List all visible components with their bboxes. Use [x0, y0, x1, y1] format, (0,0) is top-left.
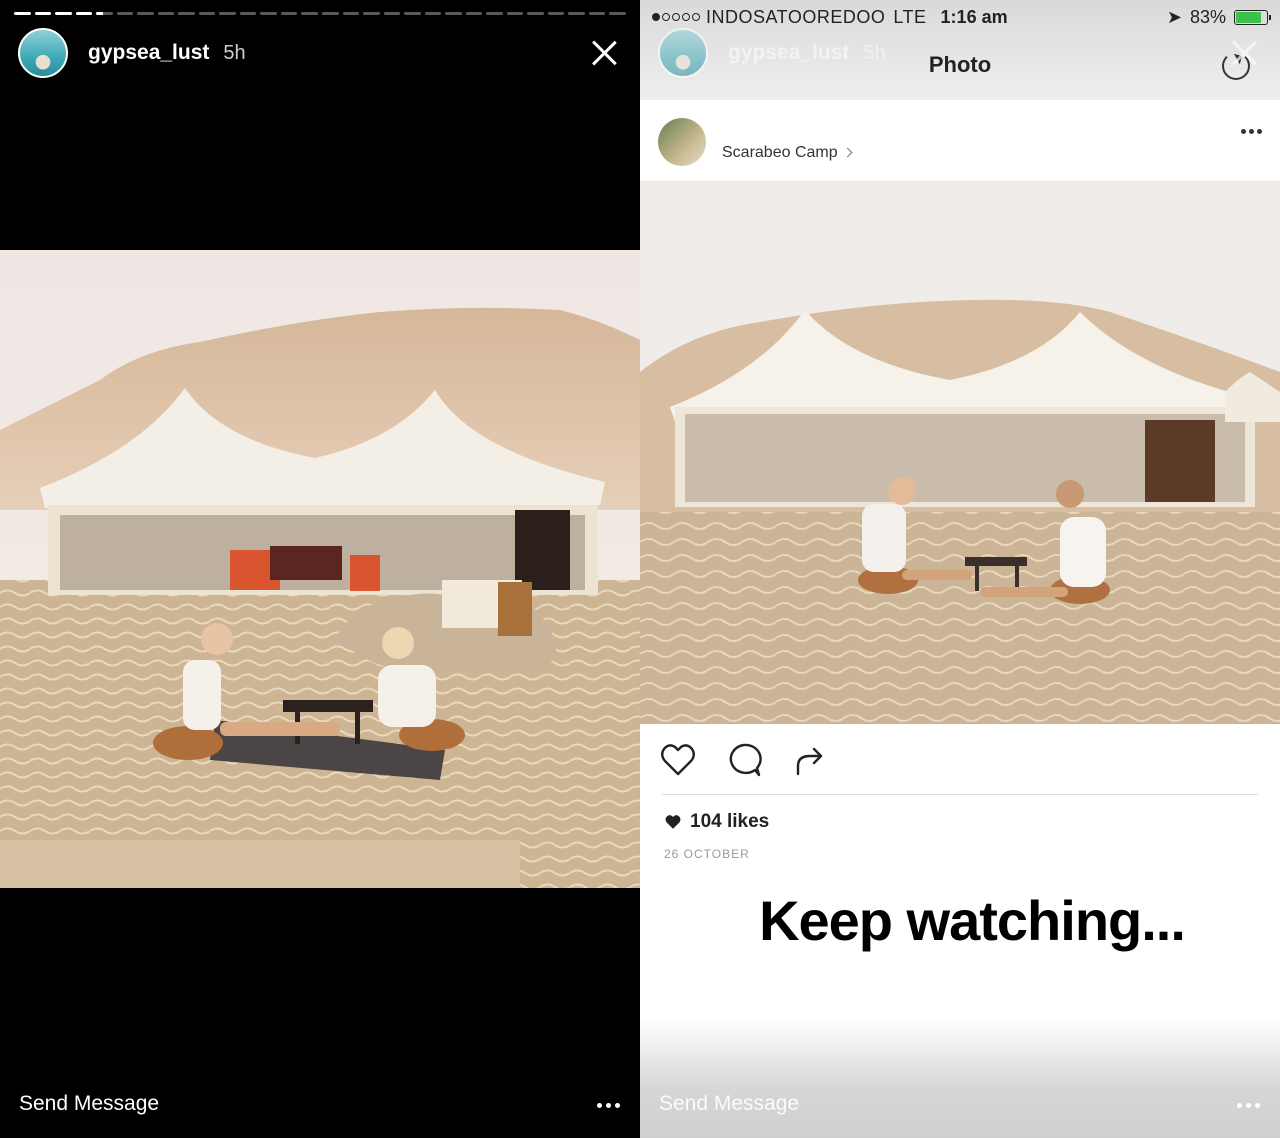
avatar[interactable]	[18, 28, 68, 78]
progress-segment	[75, 12, 93, 15]
send-message-input[interactable]: Send Message	[19, 1092, 159, 1116]
progress-segment	[506, 12, 524, 15]
chevron-right-icon	[842, 147, 853, 158]
progress-segment	[321, 12, 339, 15]
progress-segment	[280, 12, 298, 15]
progress-segment	[486, 12, 503, 15]
story-time: 5h	[223, 41, 246, 64]
progress-segment	[547, 12, 565, 15]
close-icon[interactable]	[590, 39, 618, 67]
close-icon[interactable]	[1230, 39, 1258, 67]
progress-segment	[363, 12, 380, 15]
progress-segment	[34, 12, 52, 15]
more-options-icon[interactable]	[597, 1103, 620, 1108]
post-more-icon[interactable]	[1241, 128, 1262, 134]
bottom-gradient	[640, 1018, 1280, 1138]
share-icon[interactable]	[790, 740, 830, 780]
progress-segment	[198, 12, 216, 15]
send-message-input[interactable]: Send Message	[659, 1092, 799, 1116]
carrier-name: INDOSATOOREDOO	[706, 6, 886, 27]
ios-status-bar: INDOSATOOREDOO LTE 1:16 am ➤ 83%	[640, 0, 1280, 34]
more-options-icon[interactable]	[1237, 1103, 1260, 1108]
story-header-overlay: gypsea_lust 5h	[658, 28, 886, 78]
heart-icon[interactable]	[658, 740, 698, 780]
progress-segment	[260, 12, 277, 15]
story-username[interactable]: gypsea_lust	[88, 41, 209, 65]
post-photo[interactable]	[640, 182, 1280, 724]
status-time: 1:16 am	[940, 6, 1008, 27]
likes-count[interactable]: 104 likes	[664, 811, 769, 833]
comment-icon[interactable]	[724, 740, 764, 780]
location-arrow-icon: ➤	[1166, 6, 1182, 27]
heart-filled-icon	[665, 815, 681, 829]
progress-segment	[568, 12, 585, 15]
post-actions	[658, 740, 830, 780]
progress-segment	[14, 12, 31, 15]
story-time: 5h	[863, 41, 886, 64]
progress-segment	[96, 12, 113, 15]
battery-percent: 83%	[1189, 6, 1226, 27]
progress-segment	[342, 12, 360, 15]
progress-segment	[116, 12, 134, 15]
progress-segment	[404, 12, 421, 15]
progress-segment	[219, 12, 236, 15]
network-type: LTE	[893, 6, 927, 27]
progress-segment	[55, 12, 72, 15]
progress-segment	[527, 12, 544, 15]
progress-segment	[465, 12, 483, 15]
progress-segment	[157, 12, 175, 15]
story-photo	[0, 250, 640, 888]
story-viewer-left: gypsea_lust 5h Send Message	[0, 0, 640, 1138]
progress-segment	[137, 12, 154, 15]
progress-segment	[424, 12, 442, 15]
story-header: gypsea_lust 5h	[18, 28, 622, 78]
story-username[interactable]: gypsea_lust	[728, 41, 849, 65]
progress-segment	[588, 12, 606, 15]
battery-icon	[1234, 9, 1271, 25]
progress-segment	[178, 12, 195, 15]
progress-segment	[445, 12, 462, 15]
story-viewer-right: Photo INDOSATOOREDOO LTE 1:16 am ➤ 83% g…	[640, 0, 1280, 1138]
divider	[662, 794, 1258, 795]
post-location[interactable]: Scarabeo Camp	[722, 144, 853, 162]
signal-strength-icon	[652, 13, 700, 21]
post-date: 26 OCTOBER	[664, 847, 750, 861]
progress-segment	[383, 12, 401, 15]
avatar[interactable]	[658, 28, 708, 78]
overlay-caption-text: Keep watching...	[759, 889, 1186, 952]
post-header: Scarabeo Camp	[658, 118, 1262, 166]
post-avatar[interactable]	[658, 118, 706, 166]
progress-segment	[301, 12, 318, 15]
progress-segment	[609, 12, 626, 15]
progress-segment	[239, 12, 257, 15]
story-progress-bar	[14, 12, 626, 15]
